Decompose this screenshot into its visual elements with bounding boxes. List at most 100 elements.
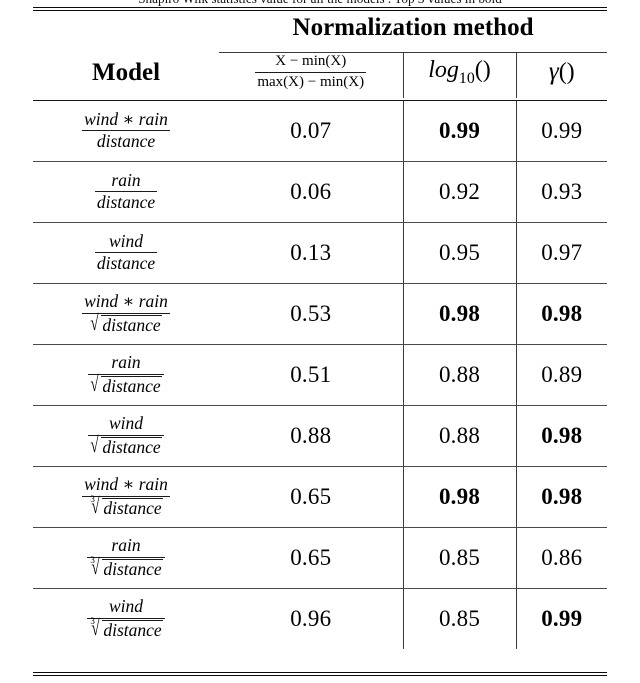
cell-minmax: 0.65 [219,527,403,589]
log-label: log [428,57,459,84]
cell-model: rain distance [33,161,219,223]
model-formula: wind ∗ rain distance [82,109,170,152]
model-formula: wind ∗ rain 3 √ distance [82,474,170,519]
table-row: wind ∗ rain 3 √ distance 0.65 0.98 0.98 [33,466,608,528]
cell-log10: 0.98 [402,466,516,528]
sqrt-radical: √ distance [90,373,162,397]
minmax-numerator: X − min(X) [255,53,367,74]
cell-log10: 0.85 [402,527,516,589]
group-header-spacer [33,8,219,52]
model-denominator: distance [102,497,163,518]
model-numerator: wind [94,231,158,254]
model-numerator: wind [88,413,164,436]
cell-gamma: 0.99 [515,588,608,649]
cell-model: rain √ distance [33,344,219,406]
table-row: wind 3 √ distance 0.96 0.85 0.99 [33,588,608,649]
sqrt-radical: √ distance [90,312,162,336]
cell-gamma: 0.98 [515,466,608,528]
model-formula: rain distance [94,170,158,213]
column-header-minmax: X − min(X) max(X) − min(X) [219,53,403,98]
cell-gamma: 0.97 [515,222,608,284]
model-numerator: wind ∗ rain [82,474,170,497]
cell-model: wind ∗ rain 3 √ distance [33,466,219,528]
minmax-denominator: max(X) − min(X) [257,74,365,91]
radical-sign-icon: √ [91,556,100,580]
model-numerator: rain [88,352,164,375]
cell-gamma: 0.99 [515,100,608,162]
cell-model: wind 3 √ distance [33,588,219,649]
cell-gamma: 0.89 [515,344,608,406]
model-formula: wind ∗ rain √ distance [82,291,170,336]
model-denominator-wrap: √ distance [88,373,163,397]
model-numerator: rain [87,535,165,558]
model-denominator-wrap: √ distance [88,434,163,458]
model-denominator-wrap: distance [82,131,170,152]
gamma-parens: () [558,59,575,86]
cell-model: rain 3 √ distance [33,527,219,589]
radical-sign-icon: √ [90,312,99,336]
log-parens: () [474,57,491,84]
table-row: rain √ distance 0.51 0.88 0.89 [33,344,608,406]
model-denominator-wrap: 3 √ distance [87,555,164,580]
table-row: wind distance 0.13 0.95 0.97 [33,222,608,284]
cell-model: wind √ distance [33,405,219,467]
cell-minmax: 0.53 [219,283,403,345]
cbrt-radical: 3 √ distance [89,494,163,519]
model-denominator-wrap: √ distance [82,312,170,336]
table-group-header-row: Normalization method [33,8,607,52]
model-numerator: rain [94,170,158,193]
model-denominator-wrap: distance [95,192,157,213]
radical-sign-icon: √ [90,373,99,397]
model-denominator: distance [96,131,156,152]
cell-gamma: 0.98 [515,283,608,345]
cell-log10: 0.88 [402,405,516,467]
sqrt-radical: √ distance [90,434,162,458]
cell-minmax: 0.13 [219,222,403,284]
radical-sign-icon: √ [91,617,100,641]
cell-log10: 0.95 [402,222,516,284]
shapiro-wilk-table: Normalization method Model X − min(X) ma… [33,8,608,649]
cell-gamma: 0.98 [515,405,608,467]
cell-log10: 0.92 [402,161,516,223]
cell-model: wind ∗ rain distance [33,100,219,162]
cell-minmax: 0.88 [219,405,403,467]
model-formula: rain √ distance [88,352,164,397]
cell-gamma: 0.93 [515,161,608,223]
model-denominator: distance [96,192,156,213]
cell-model: wind distance [33,222,219,284]
model-formula: wind 3 √ distance [87,596,165,641]
model-denominator-wrap: distance [95,253,157,274]
gamma-label: γ [548,58,559,86]
model-denominator: distance [96,253,156,274]
column-header-model: Model [91,59,161,87]
cell-log10: 0.98 [402,283,516,345]
model-denominator-wrap: 3 √ distance [82,494,170,519]
radical-sign-icon: √ [90,434,99,458]
model-formula: wind √ distance [88,413,164,458]
table-row: wind ∗ rain distance 0.07 0.99 0.99 [33,100,608,162]
table-row: wind √ distance 0.88 0.88 0.98 [33,405,608,467]
cell-log10: 0.99 [402,100,516,162]
cell-log10: 0.85 [402,588,516,649]
cell-minmax: 0.65 [219,466,403,528]
table-row: rain 3 √ distance 0.65 0.85 0.86 [33,527,608,589]
log-subscript: 10 [458,69,475,87]
cell-gamma: 0.86 [515,527,608,589]
model-numerator: wind ∗ rain [82,291,170,314]
model-denominator: distance [101,436,162,457]
model-denominator-wrap: 3 √ distance [87,616,164,641]
cbrt-radical: 3 √ distance [89,555,163,580]
model-denominator: distance [101,314,162,335]
model-formula: wind distance [94,231,158,274]
cell-minmax: 0.07 [219,100,403,162]
cell-minmax: 0.06 [219,161,403,223]
model-denominator: distance [102,558,163,579]
column-header-gamma: γ() [515,53,608,98]
model-formula: rain 3 √ distance [87,535,165,580]
model-denominator: distance [101,375,162,396]
table-row: wind ∗ rain √ distance 0.53 0.98 0.98 [33,283,608,345]
radical-sign-icon: √ [91,495,100,519]
group-header-normalization: Normalization method [292,14,534,41]
table-row: rain distance 0.06 0.92 0.93 [33,161,608,223]
cell-model: wind ∗ rain √ distance [33,283,219,345]
